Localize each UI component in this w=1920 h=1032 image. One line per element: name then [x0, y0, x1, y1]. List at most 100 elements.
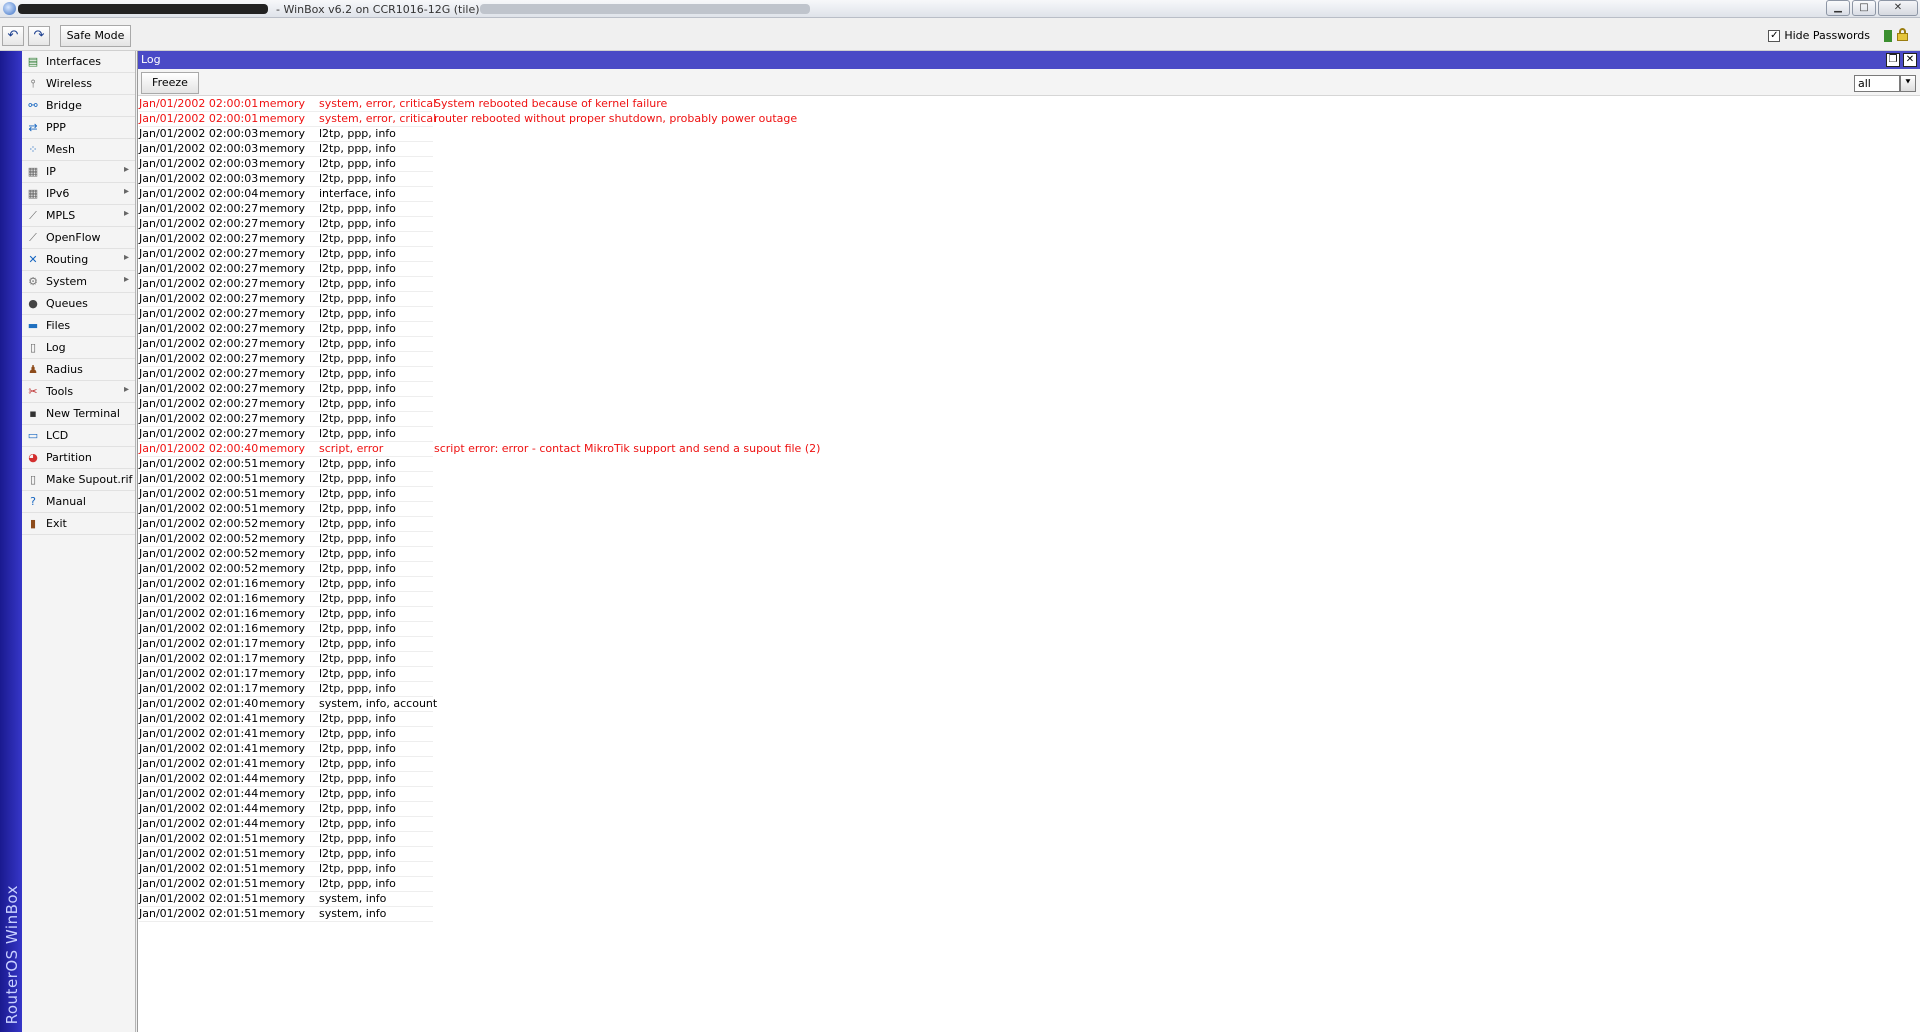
sidebar-item-partition[interactable]: ◕ Partition	[22, 447, 135, 469]
sidebar-item-radius[interactable]: ♟ Radius	[22, 359, 135, 381]
sidebar-item-routing[interactable]: ✕ Routing ▸	[22, 249, 135, 271]
table-row[interactable]: Jan/01/2002 02:01:41 memory l2tp, ppp, inf…	[139, 712, 1918, 727]
sidebar-item-files[interactable]: ▬ Files	[22, 315, 135, 337]
table-row[interactable]: Jan/01/2002 02:00:27 memory l2tp, ppp, inf…	[139, 217, 1918, 232]
sidebar-item-bridge[interactable]: ⚯ Bridge	[22, 95, 135, 117]
table-row[interactable]: Jan/01/2002 02:00:27 memory l2tp, ppp, inf…	[139, 232, 1918, 247]
table-row[interactable]: Jan/01/2002 02:00:27 memory l2tp, ppp, inf…	[139, 382, 1918, 397]
table-row[interactable]: Jan/01/2002 02:00:52 memory l2tp, ppp, inf…	[139, 517, 1918, 532]
freeze-button[interactable]: Freeze	[141, 72, 199, 94]
sidebar-item-ppp[interactable]: ⇄ PPP	[22, 117, 135, 139]
table-row[interactable]: Jan/01/2002 02:01:44 memory l2tp, ppp, inf…	[139, 772, 1918, 787]
table-row[interactable]: Jan/01/2002 02:00:27 memory l2tp, ppp, inf…	[139, 427, 1918, 442]
log-topics: l2tp, ppp, info	[319, 607, 433, 622]
table-row[interactable]: Jan/01/2002 02:01:51 memory system, info	[139, 907, 1918, 922]
table-row[interactable]: Jan/01/2002 02:00:52 memory l2tp, ppp, inf…	[139, 562, 1918, 577]
table-row[interactable]: Jan/01/2002 02:01:44 memory l2tp, ppp, inf…	[139, 817, 1918, 832]
table-row[interactable]: Jan/01/2002 02:00:27 memory l2tp, ppp, inf…	[139, 262, 1918, 277]
sidebar-item-mesh[interactable]: ⁘ Mesh	[22, 139, 135, 161]
table-row[interactable]: Jan/01/2002 02:01:16 memory l2tp, ppp, inf…	[139, 607, 1918, 622]
sidebar-item-ipv6[interactable]: ▦ IPv6 ▸	[22, 183, 135, 205]
minimize-button[interactable]: ▁	[1826, 0, 1850, 16]
table-row[interactable]: Jan/01/2002 02:00:04 memory interface, inf…	[139, 187, 1918, 202]
log-buffer: memory	[259, 607, 319, 622]
table-row[interactable]: Jan/01/2002 02:01:41 memory l2tp, ppp, inf…	[139, 727, 1918, 742]
sidebar-item-log[interactable]: ▯ Log	[22, 337, 135, 359]
redo-button[interactable]: ↷	[28, 26, 50, 46]
table-row[interactable]: Jan/01/2002 02:01:51 memory l2tp, ppp, inf…	[139, 862, 1918, 877]
log-close-button[interactable]: ✕	[1903, 53, 1917, 67]
sidebar-item-exit[interactable]: ▮ Exit	[22, 513, 135, 535]
sidebar-item-ip[interactable]: ▦ IP ▸	[22, 161, 135, 183]
table-row[interactable]: Jan/01/2002 02:00:27 memory l2tp, ppp, inf…	[139, 352, 1918, 367]
table-row[interactable]: Jan/01/2002 02:00:03 memory l2tp, ppp, inf…	[139, 127, 1918, 142]
close-button[interactable]: ✕	[1878, 0, 1918, 16]
table-row[interactable]: Jan/01/2002 02:00:03 memory l2tp, ppp, inf…	[139, 172, 1918, 187]
table-row[interactable]: Jan/01/2002 02:00:27 memory l2tp, ppp, inf…	[139, 337, 1918, 352]
sidebar-item-label: Log	[46, 341, 66, 354]
table-row[interactable]: Jan/01/2002 02:01:51 memory l2tp, ppp, inf…	[139, 877, 1918, 892]
sidebar-item-mpls[interactable]: ⟋ MPLS ▸	[22, 205, 135, 227]
sidebar-item-label: Tools	[46, 385, 74, 398]
sidebar-item-queues[interactable]: ● Queues	[22, 293, 135, 315]
table-row[interactable]: Jan/01/2002 02:01:41 memory l2tp, ppp, inf…	[139, 757, 1918, 772]
sidebar-item-new-terminal[interactable]: ▪ New Terminal	[22, 403, 135, 425]
log-topics: l2tp, ppp, info	[319, 727, 433, 742]
table-row[interactable]: Jan/01/2002 02:00:27 memory l2tp, ppp, inf…	[139, 277, 1918, 292]
table-row[interactable]: Jan/01/2002 02:00:27 memory l2tp, ppp, inf…	[139, 367, 1918, 382]
table-row[interactable]: Jan/01/2002 02:00:51 memory l2tp, ppp, inf…	[139, 472, 1918, 487]
table-row[interactable]: Jan/01/2002 02:00:51 memory l2tp, ppp, inf…	[139, 487, 1918, 502]
table-row[interactable]: Jan/01/2002 02:01:17 memory l2tp, ppp, inf…	[139, 682, 1918, 697]
table-row[interactable]: Jan/01/2002 02:00:27 memory l2tp, ppp, inf…	[139, 412, 1918, 427]
restore-button[interactable]: ❐	[1886, 53, 1900, 67]
sidebar-item-make-supout-rif[interactable]: ▯ Make Supout.rif	[22, 469, 135, 491]
table-row[interactable]: Jan/01/2002 02:00:03 memory l2tp, ppp, inf…	[139, 157, 1918, 172]
table-row[interactable]: Jan/01/2002 02:01:16 memory l2tp, ppp, inf…	[139, 622, 1918, 637]
table-row[interactable]: Jan/01/2002 02:00:52 memory l2tp, ppp, inf…	[139, 532, 1918, 547]
table-row[interactable]: Jan/01/2002 02:00:03 memory l2tp, ppp, inf…	[139, 142, 1918, 157]
table-row[interactable]: Jan/01/2002 02:00:51 memory l2tp, ppp, inf…	[139, 502, 1918, 517]
sidebar-item-system[interactable]: ⚙ System ▸	[22, 271, 135, 293]
table-row[interactable]: Jan/01/2002 02:01:16 memory l2tp, ppp, inf…	[139, 592, 1918, 607]
ipv6-icon: ▦	[27, 187, 39, 200]
hide-passwords-checkbox[interactable]: ✓	[1768, 29, 1781, 42]
table-row[interactable]: Jan/01/2002 02:01:41 memory l2tp, ppp, inf…	[139, 742, 1918, 757]
sidebar-item-wireless[interactable]: ⫯ Wireless	[22, 73, 135, 95]
log-topics: l2tp, ppp, info	[319, 502, 433, 517]
table-row[interactable]: Jan/01/2002 02:00:51 memory l2tp, ppp, inf…	[139, 457, 1918, 472]
table-row[interactable]: Jan/01/2002 02:00:27 memory l2tp, ppp, inf…	[139, 307, 1918, 322]
sidebar-item-lcd[interactable]: ▭ LCD	[22, 425, 135, 447]
table-row[interactable]: Jan/01/2002 02:01:51 memory l2tp, ppp, inf…	[139, 847, 1918, 862]
table-row[interactable]: Jan/01/2002 02:01:17 memory l2tp, ppp, inf…	[139, 667, 1918, 682]
table-row[interactable]: Jan/01/2002 02:00:27 memory l2tp, ppp, inf…	[139, 292, 1918, 307]
table-row[interactable]: Jan/01/2002 02:00:27 memory l2tp, ppp, inf…	[139, 202, 1918, 217]
table-row[interactable]: Jan/01/2002 02:00:01 memory system, error,…	[139, 112, 1918, 127]
log-filter-select[interactable]: all	[1854, 75, 1900, 92]
sidebar-item-manual[interactable]: ? Manual	[22, 491, 135, 513]
sidebar-item-interfaces[interactable]: ▤ Interfaces	[22, 51, 135, 73]
table-row[interactable]: Jan/01/2002 02:01:17 memory l2tp, ppp, inf…	[139, 637, 1918, 652]
table-row[interactable]: Jan/01/2002 02:01:17 memory l2tp, ppp, inf…	[139, 652, 1918, 667]
log-buffer: memory	[259, 427, 319, 442]
maximize-button[interactable]: □	[1852, 0, 1876, 16]
table-row[interactable]: Jan/01/2002 02:00:27 memory l2tp, ppp, inf…	[139, 247, 1918, 262]
undo-button[interactable]: ↶	[2, 26, 24, 46]
sidebar-item-openflow[interactable]: ⟋ OpenFlow	[22, 227, 135, 249]
table-row[interactable]: Jan/01/2002 02:00:40 memory script, error s…	[139, 442, 1918, 457]
table-row[interactable]: Jan/01/2002 02:01:51 memory system, info	[139, 892, 1918, 907]
table-row[interactable]: Jan/01/2002 02:01:44 memory l2tp, ppp, inf…	[139, 802, 1918, 817]
files-icon: ▬	[27, 319, 39, 332]
table-row[interactable]: Jan/01/2002 02:01:51 memory l2tp, ppp, inf…	[139, 832, 1918, 847]
table-row[interactable]: Jan/01/2002 02:00:27 memory l2tp, ppp, inf…	[139, 397, 1918, 412]
safe-mode-button[interactable]: Safe Mode	[60, 25, 131, 47]
sidebar-item-tools[interactable]: ✂ Tools ▸	[22, 381, 135, 403]
log-buffer: memory	[259, 712, 319, 727]
table-row[interactable]: Jan/01/2002 02:01:16 memory l2tp, ppp, inf…	[139, 577, 1918, 592]
table-row[interactable]: Jan/01/2002 02:01:44 memory l2tp, ppp, inf…	[139, 787, 1918, 802]
table-row[interactable]: Jan/01/2002 02:00:01 memory system, error,…	[139, 97, 1918, 112]
table-row[interactable]: Jan/01/2002 02:01:40 memory system, info, …	[139, 697, 1918, 712]
table-row[interactable]: Jan/01/2002 02:00:27 memory l2tp, ppp, inf…	[139, 322, 1918, 337]
log-filter-dropdown[interactable]: ⯆	[1900, 75, 1916, 92]
hide-passwords-toggle[interactable]: ✓ Hide Passwords	[1768, 29, 1870, 42]
table-row[interactable]: Jan/01/2002 02:00:52 memory l2tp, ppp, inf…	[139, 547, 1918, 562]
